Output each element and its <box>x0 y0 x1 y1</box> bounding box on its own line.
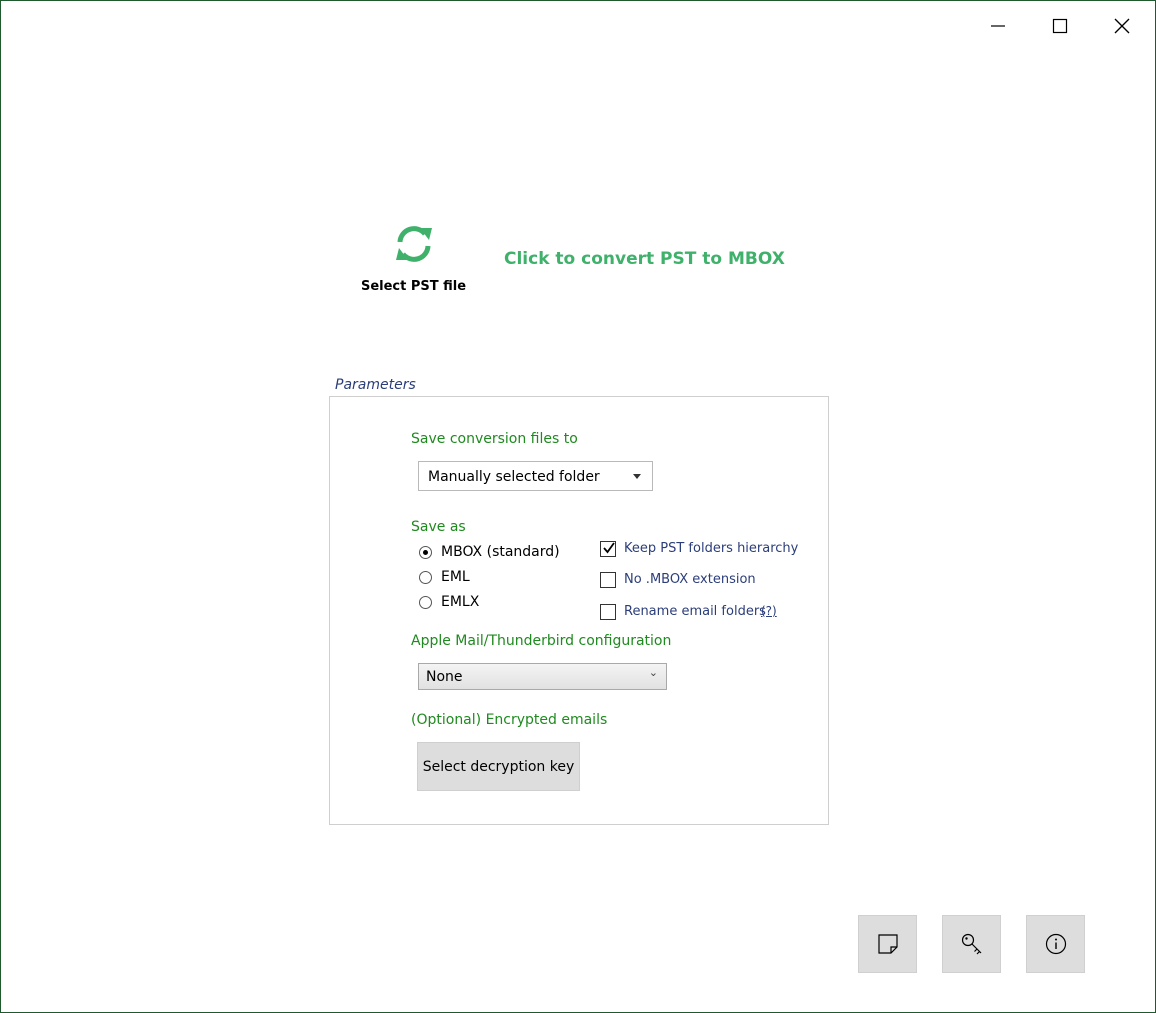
maximize-icon <box>1052 18 1068 34</box>
about-button[interactable] <box>1026 915 1085 973</box>
notes-button[interactable] <box>858 915 917 973</box>
refresh-icon <box>396 226 432 262</box>
convert-link[interactable]: Click to convert PST to MBOX <box>504 249 785 269</box>
dropdown-arrow-icon <box>633 474 641 479</box>
option-label: Rename email folders <box>624 604 766 619</box>
select-pst-file-button[interactable]: Select PST file <box>356 216 471 301</box>
radio-button[interactable] <box>419 596 432 609</box>
save-location-value: Manually selected folder <box>428 469 600 485</box>
minimize-button[interactable] <box>967 1 1029 51</box>
maximize-button[interactable] <box>1029 1 1091 51</box>
select-decryption-key-button[interactable]: Select decryption key <box>417 742 580 791</box>
encrypted-label: (Optional) Encrypted emails <box>411 712 608 728</box>
format-label: MBOX (standard) <box>441 544 560 560</box>
app-window: Select PST file Click to convert PST to … <box>0 0 1156 1013</box>
parameters-legend: Parameters <box>335 377 416 393</box>
checkbox[interactable] <box>600 604 616 620</box>
close-button[interactable] <box>1091 1 1153 51</box>
key-icon <box>961 933 981 955</box>
select-pst-file-label: Select PST file <box>360 279 467 294</box>
format-label: EML <box>441 569 470 585</box>
radio-button[interactable] <box>419 546 432 559</box>
option-label: No .MBOX extension <box>624 572 756 587</box>
mail-config-value: None <box>426 669 463 685</box>
close-icon <box>1114 18 1130 34</box>
save-as-label: Save as <box>411 519 466 535</box>
mail-config-label: Apple Mail/Thunderbird configuration <box>411 633 672 649</box>
checkbox[interactable] <box>600 572 616 588</box>
info-icon <box>1045 933 1066 955</box>
mail-config-combobox[interactable]: None ⌄ <box>418 663 667 690</box>
format-label: EMLX <box>441 594 480 610</box>
chevron-down-icon: ⌄ <box>648 666 658 679</box>
license-key-button[interactable] <box>942 915 1001 973</box>
checkbox[interactable] <box>600 541 616 557</box>
checkmark-icon <box>603 542 615 554</box>
option-label: Keep PST folders hierarchy <box>624 541 799 556</box>
note-icon <box>877 934 898 954</box>
help-link[interactable]: (?) <box>761 604 777 618</box>
save-to-label: Save conversion files to <box>411 431 578 447</box>
minimize-icon <box>991 25 1005 27</box>
radio-button[interactable] <box>419 571 432 584</box>
save-location-dropdown[interactable]: Manually selected folder <box>418 461 653 491</box>
